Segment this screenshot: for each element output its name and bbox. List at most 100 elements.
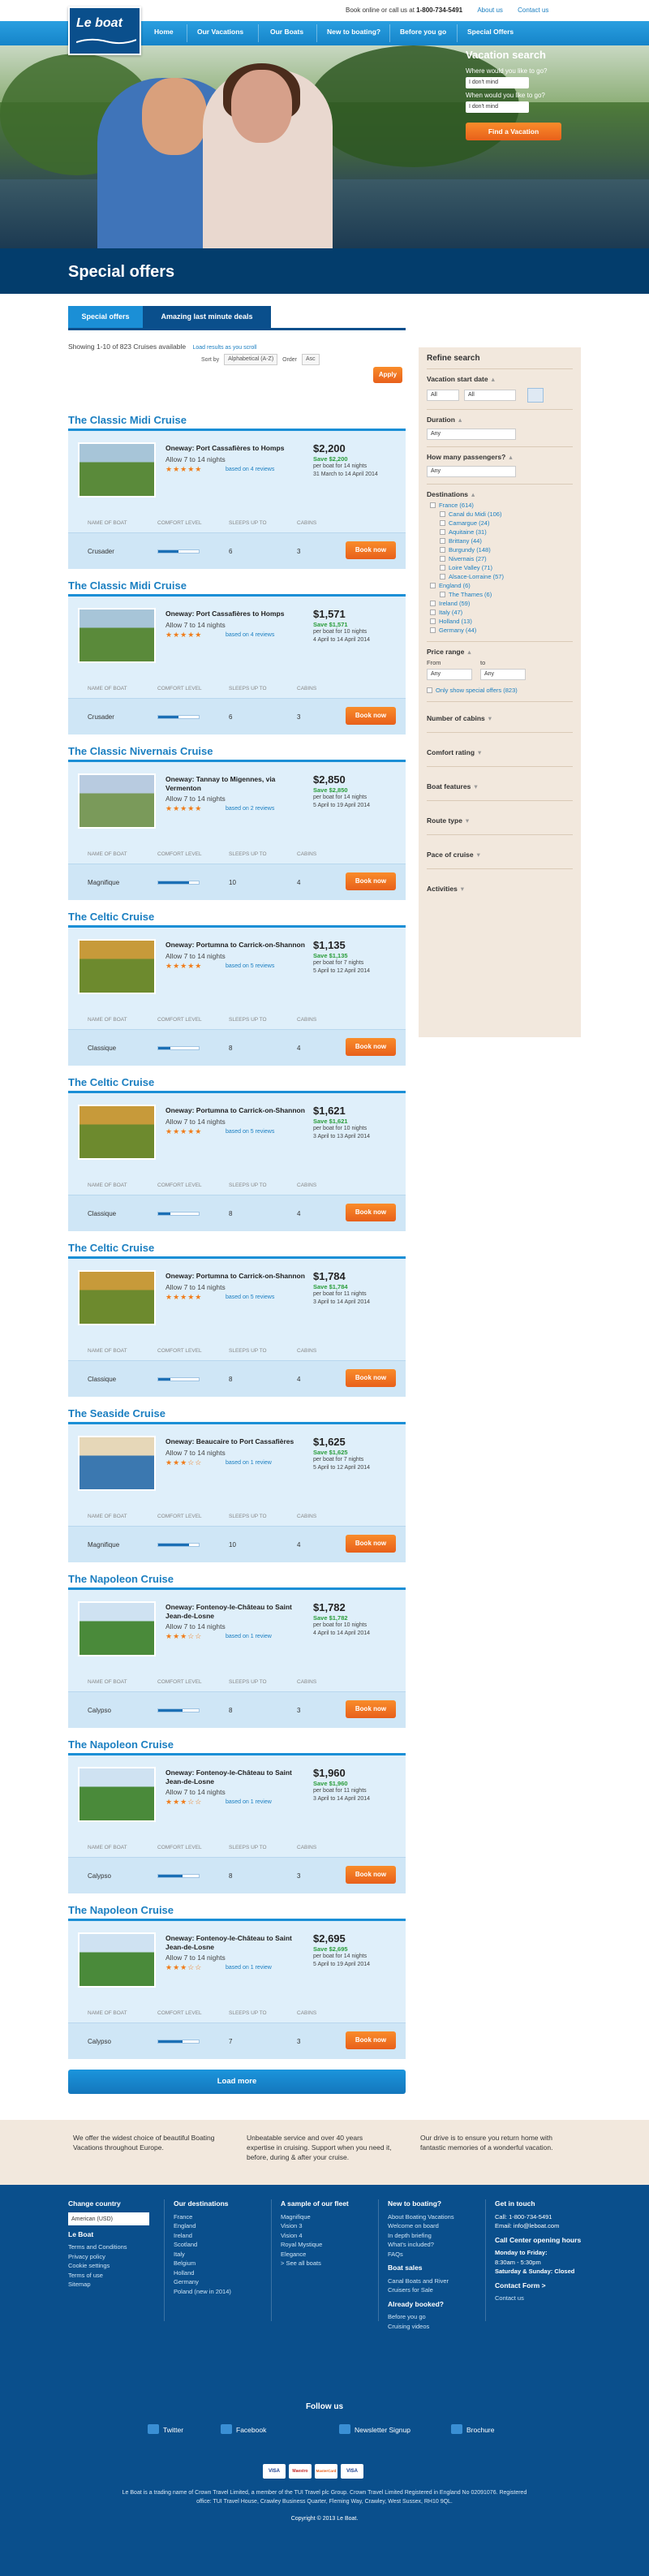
- duration-select[interactable]: Any: [427, 429, 516, 440]
- reviews-link[interactable]: based on 5 reviews: [226, 963, 274, 969]
- footer-new-link[interactable]: FAQs: [388, 2250, 485, 2259]
- contact-form-link[interactable]: Contact Form >: [495, 2281, 592, 2291]
- about-us-link[interactable]: About us: [477, 6, 503, 14]
- footer-terms[interactable]: Terms and Conditions: [68, 2242, 157, 2252]
- cruise-title[interactable]: The Napoleon Cruise: [68, 1738, 174, 1751]
- footer-dest-link[interactable]: Belgium: [174, 2259, 271, 2268]
- nav-special-offers[interactable]: Special Offers: [467, 28, 514, 36]
- boat-name[interactable]: Calypso: [88, 1707, 111, 1714]
- cruise-title[interactable]: The Celtic Cruise: [68, 1076, 154, 1088]
- cruise-photo[interactable]: [78, 773, 156, 829]
- cruise-photo[interactable]: [78, 1601, 156, 1656]
- le-boat-logo[interactable]: Le boat: [68, 6, 141, 55]
- footer-dest-link[interactable]: France: [174, 2212, 271, 2222]
- book-now-button[interactable]: Book now: [346, 1204, 396, 1221]
- cruise-title[interactable]: The Celtic Cruise: [68, 1242, 154, 1254]
- boat-name[interactable]: Crusader: [88, 548, 114, 555]
- footer-dest-link[interactable]: Italy: [174, 2250, 271, 2259]
- footer-sales-link[interactable]: Canal Boats and River: [388, 2277, 485, 2286]
- book-now-button[interactable]: Book now: [346, 2031, 396, 2049]
- footer-fleet-link[interactable]: Magnifique: [281, 2212, 378, 2222]
- start-month-select[interactable]: All: [464, 390, 516, 401]
- cruise-title[interactable]: The Napoleon Cruise: [68, 1573, 174, 1585]
- start-date-label[interactable]: Vacation start date ▴: [427, 375, 495, 384]
- boat-name[interactable]: Crusader: [88, 713, 114, 721]
- passengers-select[interactable]: Any: [427, 466, 516, 477]
- boat-name[interactable]: Calypso: [88, 1872, 111, 1880]
- footer-fleet-link[interactable]: Royal Mystique: [281, 2240, 378, 2250]
- order-select[interactable]: Asc: [301, 354, 320, 365]
- twitter-link[interactable]: Twitter: [148, 2424, 183, 2434]
- reviews-link[interactable]: based on 1 review: [226, 1460, 272, 1466]
- dest-camargue[interactable]: Camargue (24): [440, 519, 489, 527]
- cruise-title[interactable]: The Napoleon Cruise: [68, 1904, 174, 1916]
- book-now-button[interactable]: Book now: [346, 707, 396, 725]
- footer-dest-link[interactable]: Ireland: [174, 2231, 271, 2241]
- book-now-button[interactable]: Book now: [346, 1866, 396, 1884]
- footer-dest-link[interactable]: Germany: [174, 2277, 271, 2287]
- reviews-link[interactable]: based on 2 reviews: [226, 806, 274, 812]
- newsletter-link[interactable]: Newsletter Signup: [339, 2424, 410, 2434]
- footer-new-link[interactable]: Welcome on board: [388, 2221, 485, 2231]
- footer-cookies[interactable]: Cookie settings: [68, 2261, 157, 2271]
- contact-us-link[interactable]: Contact us: [518, 6, 548, 14]
- footer-fleet-link[interactable]: Elegance: [281, 2250, 378, 2259]
- reviews-link[interactable]: based on 5 reviews: [226, 1294, 274, 1300]
- dest-brittany[interactable]: Brittany (44): [440, 537, 482, 545]
- book-now-button[interactable]: Book now: [346, 1369, 396, 1387]
- footer-contact-us[interactable]: Contact us: [495, 2294, 592, 2303]
- price-to-select[interactable]: Any: [480, 669, 526, 680]
- facet-activities[interactable]: Activities ▾: [427, 885, 464, 894]
- dest-ireland[interactable]: Ireland (59): [430, 600, 470, 607]
- book-now-button[interactable]: Book now: [346, 1700, 396, 1718]
- footer-terms-of-use[interactable]: Terms of use: [68, 2271, 157, 2281]
- cruise-photo[interactable]: [78, 1932, 156, 1988]
- book-now-button[interactable]: Book now: [346, 872, 396, 890]
- brochure-link[interactable]: Brochure: [451, 2424, 495, 2434]
- calendar-icon[interactable]: [527, 388, 544, 403]
- facebook-link[interactable]: Facebook: [221, 2424, 266, 2434]
- cruise-photo[interactable]: [78, 608, 156, 663]
- duration-label[interactable]: Duration ▴: [427, 416, 462, 424]
- facet-comfort[interactable]: Comfort rating ▾: [427, 748, 481, 757]
- tab-last-minute-deals[interactable]: Amazing last minute deals: [143, 306, 271, 328]
- price-range-label[interactable]: Price range ▴: [427, 648, 471, 657]
- dest-nivernais[interactable]: Nivernais (27): [440, 555, 487, 562]
- nav-before-you-go[interactable]: Before you go: [400, 28, 446, 36]
- footer-new-link[interactable]: What's included?: [388, 2240, 485, 2250]
- footer-sitemap[interactable]: Sitemap: [68, 2280, 157, 2290]
- destinations-label[interactable]: Destinations ▴: [427, 490, 475, 499]
- boat-name[interactable]: Classique: [88, 1210, 116, 1217]
- footer-booked-link[interactable]: Cruising videos: [388, 2322, 485, 2332]
- dest-aquitaine[interactable]: Aquitaine (31): [440, 528, 487, 536]
- book-now-button[interactable]: Book now: [346, 1038, 396, 1056]
- footer-sales-link[interactable]: Cruisers for Sale: [388, 2285, 485, 2295]
- cruise-photo[interactable]: [78, 1105, 156, 1160]
- price-from-select[interactable]: Any: [427, 669, 472, 680]
- boat-name[interactable]: Magnifique: [88, 1541, 119, 1549]
- cruise-photo[interactable]: [78, 442, 156, 498]
- boat-name[interactable]: Magnifique: [88, 879, 119, 886]
- cruise-title[interactable]: The Seaside Cruise: [68, 1407, 165, 1419]
- reviews-link[interactable]: based on 4 reviews: [226, 467, 274, 472]
- cruise-title[interactable]: The Classic Nivernais Cruise: [68, 745, 213, 757]
- footer-fleet-link[interactable]: Vision 4: [281, 2231, 378, 2241]
- footer-dest-link[interactable]: Scotland: [174, 2240, 271, 2250]
- book-now-button[interactable]: Book now: [346, 541, 396, 559]
- dest-burgundy[interactable]: Burgundy (148): [440, 546, 491, 554]
- boat-name[interactable]: Classique: [88, 1376, 116, 1383]
- country-select[interactable]: American (USD): [68, 2212, 149, 2225]
- start-day-select[interactable]: All: [427, 390, 459, 401]
- facet-pace[interactable]: Pace of cruise ▾: [427, 851, 480, 859]
- footer-dest-link[interactable]: Holland: [174, 2268, 271, 2278]
- footer-dest-link[interactable]: Poland (new in 2014): [174, 2287, 271, 2297]
- cruise-photo[interactable]: [78, 1436, 156, 1491]
- reviews-link[interactable]: based on 1 review: [226, 1799, 272, 1805]
- dest-germany[interactable]: Germany (44): [430, 627, 476, 634]
- sort-by-select[interactable]: Alphabetical (A-Z): [224, 354, 278, 365]
- cruise-title[interactable]: The Classic Midi Cruise: [68, 579, 187, 592]
- cruise-title[interactable]: The Classic Midi Cruise: [68, 414, 187, 426]
- cruise-title[interactable]: The Celtic Cruise: [68, 911, 154, 923]
- facet-route-type[interactable]: Route type ▾: [427, 816, 469, 825]
- dest-holland[interactable]: Holland (13): [430, 618, 472, 625]
